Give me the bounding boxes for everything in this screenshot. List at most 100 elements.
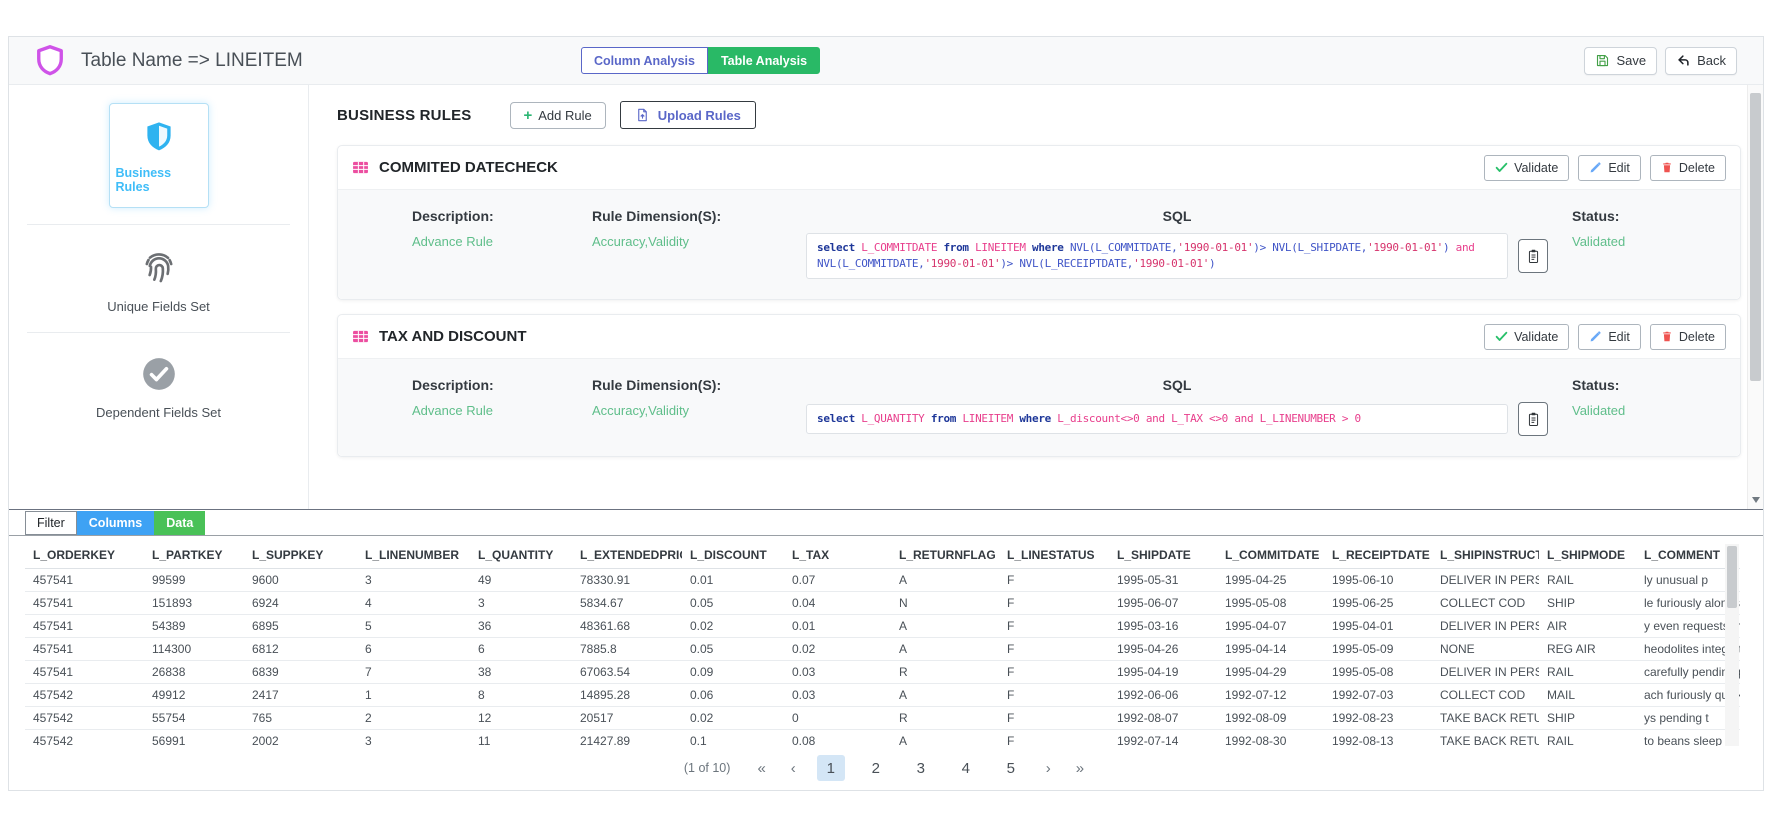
sql-line: select L_COMMITDATE from LINEITEM where … bbox=[817, 240, 1497, 256]
page-number-1[interactable]: 1 bbox=[817, 755, 845, 781]
upload-rules-button[interactable]: Upload Rules bbox=[620, 101, 756, 129]
table-cell: 6924 bbox=[244, 592, 357, 615]
tab-data[interactable]: Data bbox=[154, 511, 205, 535]
rules-scrollbar[interactable] bbox=[1747, 85, 1763, 509]
sidebar-item-business-rules[interactable]: Business Rules bbox=[9, 103, 308, 208]
tab-filter[interactable]: Filter bbox=[25, 511, 77, 535]
table-cell: 0.01 bbox=[682, 569, 784, 592]
table-cell: 0.07 bbox=[784, 569, 891, 592]
table-cell: AIR bbox=[1539, 615, 1636, 638]
table-cell: 1992-08-23 bbox=[1324, 707, 1432, 730]
table-cell: 9600 bbox=[244, 569, 357, 592]
next-page-button[interactable]: › bbox=[1042, 758, 1055, 779]
table-grid-icon bbox=[352, 160, 369, 175]
tab-columns[interactable]: Columns bbox=[77, 511, 154, 535]
page-number-4[interactable]: 4 bbox=[952, 755, 980, 781]
rule-card-header: COMMITED DATECHECK Validate bbox=[338, 146, 1740, 190]
last-page-button[interactable]: » bbox=[1072, 758, 1088, 779]
table-cell: 0.1 bbox=[682, 730, 784, 747]
delete-button[interactable]: Delete bbox=[1650, 155, 1726, 181]
status-label: Status: bbox=[1572, 208, 1619, 224]
scroll-down-arrow-icon[interactable] bbox=[1752, 497, 1760, 503]
validate-label: Validate bbox=[1514, 330, 1558, 344]
table-cell: 21427.89 bbox=[572, 730, 682, 747]
main-region: Business Rules Unique Fields Set bbox=[9, 85, 1763, 509]
table-cell: A bbox=[891, 730, 999, 747]
status-value: Validated bbox=[1572, 403, 1722, 418]
table-cell: 0.04 bbox=[784, 592, 891, 615]
save-button[interactable]: Save bbox=[1584, 47, 1657, 75]
header-actions: Save Back bbox=[1584, 47, 1737, 75]
rule-sql: SQL select L_QUANTITY from LINEITEM wher… bbox=[806, 377, 1548, 436]
table-cell: RAIL bbox=[1539, 569, 1636, 592]
table-cell: 457541 bbox=[25, 661, 144, 684]
table-cell: R bbox=[891, 707, 999, 730]
table-cell: 1992-08-13 bbox=[1324, 730, 1432, 747]
delete-button[interactable]: Delete bbox=[1650, 324, 1726, 350]
table-cell: SHIP bbox=[1539, 592, 1636, 615]
table-cell: 0.08 bbox=[784, 730, 891, 747]
table-cell: 2417 bbox=[244, 684, 357, 707]
table-cell: 1995-04-25 bbox=[1217, 569, 1324, 592]
status-value: Validated bbox=[1572, 234, 1722, 249]
sidebar-item-unique-fields-set[interactable]: Unique Fields Set bbox=[9, 241, 308, 316]
table-cell: 49912 bbox=[144, 684, 244, 707]
copy-sql-button[interactable] bbox=[1518, 239, 1548, 273]
table-cell: TAKE BACK RETURI bbox=[1432, 730, 1539, 747]
pagination: (1 of 10) « ‹ 12345 › » bbox=[9, 755, 1763, 781]
scrollbar-thumb[interactable] bbox=[1727, 546, 1737, 608]
table-cell: 2 bbox=[357, 707, 470, 730]
table-cell: 1995-05-31 bbox=[1109, 569, 1217, 592]
tab-table-analysis[interactable]: Table Analysis bbox=[708, 47, 820, 74]
table-scrollbar[interactable] bbox=[1725, 544, 1739, 746]
page-title: Table Name => LINEITEM bbox=[81, 50, 303, 72]
status-label: Status: bbox=[1572, 377, 1619, 393]
rule-card-body: Description: Advance Rule Rule Dimension… bbox=[338, 190, 1740, 299]
page-number-5[interactable]: 5 bbox=[997, 755, 1025, 781]
table-cell: 49 bbox=[470, 569, 572, 592]
copy-sql-button[interactable] bbox=[1518, 402, 1548, 436]
table-cell: 1995-06-25 bbox=[1324, 592, 1432, 615]
page-number-3[interactable]: 3 bbox=[907, 755, 935, 781]
validate-button[interactable]: Validate bbox=[1484, 155, 1569, 181]
sidebar-item-dependent-fields-set[interactable]: Dependent Fields Set bbox=[9, 349, 308, 422]
table-cell: TAKE BACK RETURI bbox=[1432, 707, 1539, 730]
first-page-button[interactable]: « bbox=[753, 758, 769, 779]
tab-column-analysis[interactable]: Column Analysis bbox=[581, 47, 708, 74]
table-cell: 5834.67 bbox=[572, 592, 682, 615]
edit-button[interactable]: Edit bbox=[1578, 155, 1641, 181]
table-cell: 56991 bbox=[144, 730, 244, 747]
table-cell: 26838 bbox=[144, 661, 244, 684]
table-cell: 1992-06-06 bbox=[1109, 684, 1217, 707]
back-arrow-icon bbox=[1676, 53, 1691, 68]
edit-label: Edit bbox=[1608, 161, 1630, 175]
validate-button[interactable]: Validate bbox=[1484, 324, 1569, 350]
back-button[interactable]: Back bbox=[1665, 47, 1737, 75]
dimension-value: Accuracy,Validity bbox=[592, 403, 782, 418]
table-cell: 1995-05-08 bbox=[1324, 661, 1432, 684]
table-row: 45754154389689553648361.680.020.01AF1995… bbox=[25, 615, 1740, 638]
add-rule-button[interactable]: + Add Rule bbox=[510, 102, 606, 129]
analysis-tabs: Column Analysis Table Analysis bbox=[581, 47, 820, 74]
scrollbar-thumb[interactable] bbox=[1750, 93, 1761, 381]
table-cell: RAIL bbox=[1539, 730, 1636, 747]
table-cell: A bbox=[891, 638, 999, 661]
table-cell: 1992-08-30 bbox=[1217, 730, 1324, 747]
rules-section: BUSINESS RULES + Add Rule Upload Rules bbox=[309, 85, 1763, 509]
description-label: Description: bbox=[412, 208, 494, 224]
rules-title: BUSINESS RULES bbox=[337, 107, 472, 124]
rule-description: Description: Advance Rule bbox=[412, 208, 552, 249]
column-header: L_SHIPMODE bbox=[1539, 544, 1636, 569]
table-cell: 151893 bbox=[144, 592, 244, 615]
sidebar-item-label: Unique Fields Set bbox=[107, 299, 210, 314]
page-summary: (1 of 10) bbox=[684, 761, 731, 775]
app-logo-shield-icon bbox=[35, 44, 65, 77]
table-cell: N bbox=[891, 592, 999, 615]
table-cell: DELIVER IN PERSO bbox=[1432, 615, 1539, 638]
page-number-2[interactable]: 2 bbox=[862, 755, 890, 781]
table-cell: 2002 bbox=[244, 730, 357, 747]
edit-button[interactable]: Edit bbox=[1578, 324, 1641, 350]
prev-page-button[interactable]: ‹ bbox=[787, 758, 800, 779]
sidebar-item-label: Dependent Fields Set bbox=[96, 405, 221, 420]
table-cell: 6 bbox=[357, 638, 470, 661]
